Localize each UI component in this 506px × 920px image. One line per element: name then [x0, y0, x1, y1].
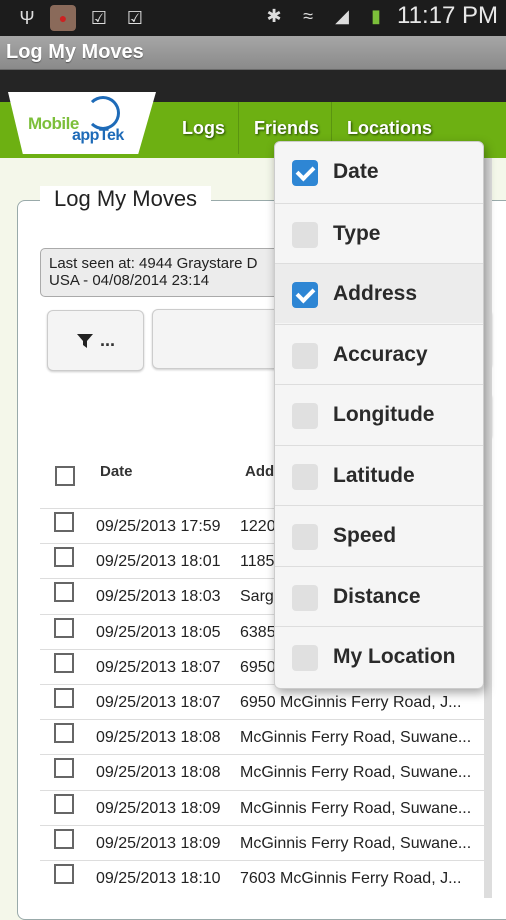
table-row[interactable]: 09/25/2013 18:07 6950 McGinnis Ferry Road… [40, 684, 492, 719]
row-address: 6385 [240, 623, 276, 641]
menu-item-label: Speed [333, 524, 397, 547]
scrollbar[interactable] [484, 158, 492, 898]
menu-item-label: Address [333, 282, 418, 305]
menu-item-label: Latitude [333, 463, 415, 487]
checkbox-unchecked-icon[interactable] [292, 463, 318, 490]
checkbox-unchecked-icon[interactable] [292, 584, 318, 611]
checkbox-unchecked-icon[interactable] [292, 524, 318, 550]
filter-icon [76, 333, 93, 348]
signal-icon: ◢ [335, 5, 349, 26]
menu-item-label: Type [333, 221, 381, 245]
tab-logs[interactable]: Logs [172, 102, 235, 154]
menu-item-distance[interactable]: Distance [275, 565, 483, 626]
nav-divider [238, 102, 239, 154]
app-title-bar: Log My Moves [0, 36, 506, 70]
row-date: 09/25/2013 18:10 [96, 870, 221, 887]
row-checkbox[interactable] [54, 864, 74, 884]
row-address: Sarg [240, 588, 274, 606]
row-checkbox[interactable] [54, 758, 74, 779]
row-address: 6950 [240, 658, 276, 676]
row-checkbox[interactable] [54, 582, 74, 603]
clock: 11:17 PM [397, 2, 498, 29]
menu-item-type[interactable]: Type [275, 202, 483, 263]
row-checkbox[interactable] [54, 688, 74, 708]
menu-item-accuracy[interactable]: Accuracy [275, 323, 483, 384]
row-date: 09/25/2013 18:01 [96, 553, 221, 571]
menu-item-my-location[interactable]: My Location [275, 626, 483, 686]
row-address: 1185 [240, 553, 275, 571]
row-checkbox[interactable] [54, 793, 74, 814]
row-date: 09/25/2013 18:09 [96, 799, 221, 817]
menu-item-latitude[interactable]: Latitude [275, 444, 483, 505]
column-header-date[interactable]: Date [100, 463, 133, 480]
row-checkbox[interactable] [54, 723, 74, 744]
row-checkbox[interactable] [54, 617, 74, 638]
app-notification-icon: ● [50, 5, 76, 31]
row-date: 09/25/2013 18:07 [96, 694, 221, 711]
table-row[interactable]: 09/25/2013 18:10 7603 McGinnis Ferry Road… [40, 860, 492, 895]
battery-charging-icon: ▮ [371, 5, 381, 26]
row-address: McGinnis Ferry Road, Suwane... [240, 799, 472, 817]
logo-ring-icon [86, 96, 120, 130]
wifi-icon: ≈ [303, 5, 313, 26]
checkbox-checked-icon[interactable] [292, 282, 318, 308]
menu-item-label: Longitude [333, 403, 435, 426]
checkbox-unchecked-icon[interactable] [292, 221, 318, 248]
row-date: 09/25/2013 18:08 [96, 764, 221, 782]
menu-item-address[interactable]: Address [275, 263, 483, 323]
panel-title: Log My Moves [40, 186, 212, 212]
table-row[interactable]: 09/25/2013 18:08 McGinnis Ferry Road, Suw… [40, 719, 492, 754]
checkbox-unchecked-icon[interactable] [292, 403, 318, 429]
table-row[interactable]: 09/25/2013 18:09 McGinnis Ferry Road, Suw… [40, 824, 492, 860]
bag-check-icon: ☑ [126, 7, 144, 28]
usb-icon: Ψ [19, 7, 35, 28]
status-bar: Ψ ● ☑ ☑ ✱ ≈ ◢ ▮ 11:17 PM [0, 0, 506, 36]
menu-item-label: Date [333, 160, 379, 183]
row-date: 09/25/2013 18:09 [96, 834, 221, 852]
row-address: McGinnis Ferry Road, Suwane... [240, 764, 472, 782]
logo-text-apptek: appTek [72, 127, 124, 144]
table-row[interactable]: 09/25/2013 18:08 McGinnis Ferry Road, Suw… [40, 754, 492, 789]
menu-item-date[interactable]: Date [275, 142, 483, 202]
menu-item-speed[interactable]: Speed [275, 505, 483, 565]
row-address: 6950 McGinnis Ferry Road, J... [240, 694, 462, 711]
select-all-checkbox[interactable] [55, 466, 75, 486]
row-checkbox[interactable] [54, 652, 74, 673]
row-checkbox[interactable] [54, 828, 74, 849]
menu-item-label: My Location [333, 645, 456, 668]
table-row[interactable]: 09/25/2013 18:09 McGinnis Ferry Road, Suw… [40, 789, 492, 825]
checkbox-checked-icon[interactable] [292, 160, 318, 186]
row-date: 09/25/2013 17:59 [96, 518, 221, 535]
filter-button[interactable]: ... [47, 310, 144, 371]
row-checkbox[interactable] [54, 547, 74, 568]
column-chooser-menu: Date Type Address Accuracy Longitude Latitude… [274, 141, 484, 689]
row-date: 09/25/2013 18:08 [96, 729, 221, 747]
menu-item-label: Accuracy [333, 342, 428, 366]
app-title: Log My Moves [6, 41, 144, 63]
row-date: 09/25/2013 18:07 [96, 658, 221, 676]
cloud-check-icon: ☑ [90, 7, 108, 28]
checkbox-unchecked-icon[interactable] [292, 342, 318, 369]
menu-item-label: Distance [333, 584, 421, 608]
column-header-address[interactable]: Add [245, 463, 274, 480]
bluetooth-icon: ✱ [266, 5, 282, 26]
row-address: 1220 [240, 518, 276, 535]
mobileapptek-logo[interactable]: Mobile appTek [8, 92, 156, 154]
row-date: 09/25/2013 18:05 [96, 623, 221, 641]
row-address: McGinnis Ferry Road, Suwane... [240, 729, 472, 747]
row-checkbox[interactable] [54, 512, 74, 532]
row-date: 09/25/2013 18:03 [96, 588, 221, 606]
filter-button-label: ... [99, 330, 115, 350]
row-address: 7603 McGinnis Ferry Road, J... [240, 870, 462, 887]
menu-item-longitude[interactable]: Longitude [275, 384, 483, 444]
checkbox-unchecked-icon[interactable] [292, 645, 318, 671]
row-address: McGinnis Ferry Road, Suwane... [240, 834, 472, 852]
